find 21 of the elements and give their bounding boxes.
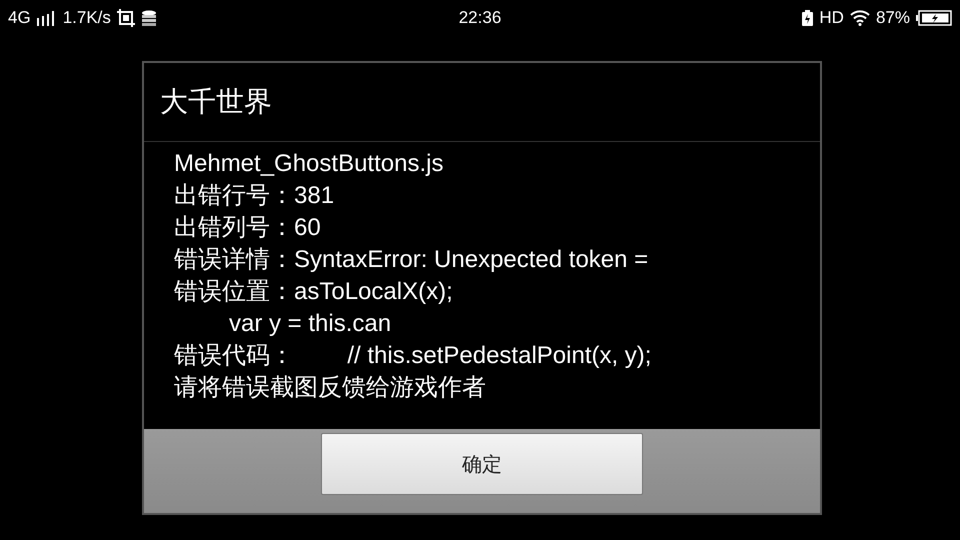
network-type: 4G — [8, 8, 31, 28]
signal-icon — [36, 10, 57, 26]
hd-indicator: HD — [819, 8, 844, 28]
message-line: 错误详情：SyntaxError: Unexpected token = — [174, 245, 650, 275]
battery-icon — [916, 10, 952, 26]
message-line: 请将错误截图反馈给游戏作者 — [174, 373, 487, 403]
message-line: Mehmet_GhostButtons.js — [174, 149, 444, 179]
message-line: var y = this.can — [228, 309, 392, 339]
message-line: 出错行号：381 — [174, 181, 336, 211]
message-line: 出错列号：60 — [174, 213, 322, 243]
message-line: 错误代码： // this.setPedestalPoint(x, y); — [174, 341, 652, 371]
screenshot-icon — [116, 9, 135, 27]
battery-percent: 87% — [876, 8, 910, 28]
wifi-icon — [850, 10, 870, 26]
database-icon — [140, 10, 157, 26]
dialog-title: 大千世界 — [144, 63, 820, 142]
message-line: 错误位置：asToLocalX(x); — [174, 277, 454, 307]
ok-button[interactable]: 确定 — [321, 433, 643, 495]
network-speed: 1.7K/s — [62, 8, 111, 28]
clock: 22:36 — [458, 8, 502, 28]
charging-icon — [802, 10, 814, 26]
